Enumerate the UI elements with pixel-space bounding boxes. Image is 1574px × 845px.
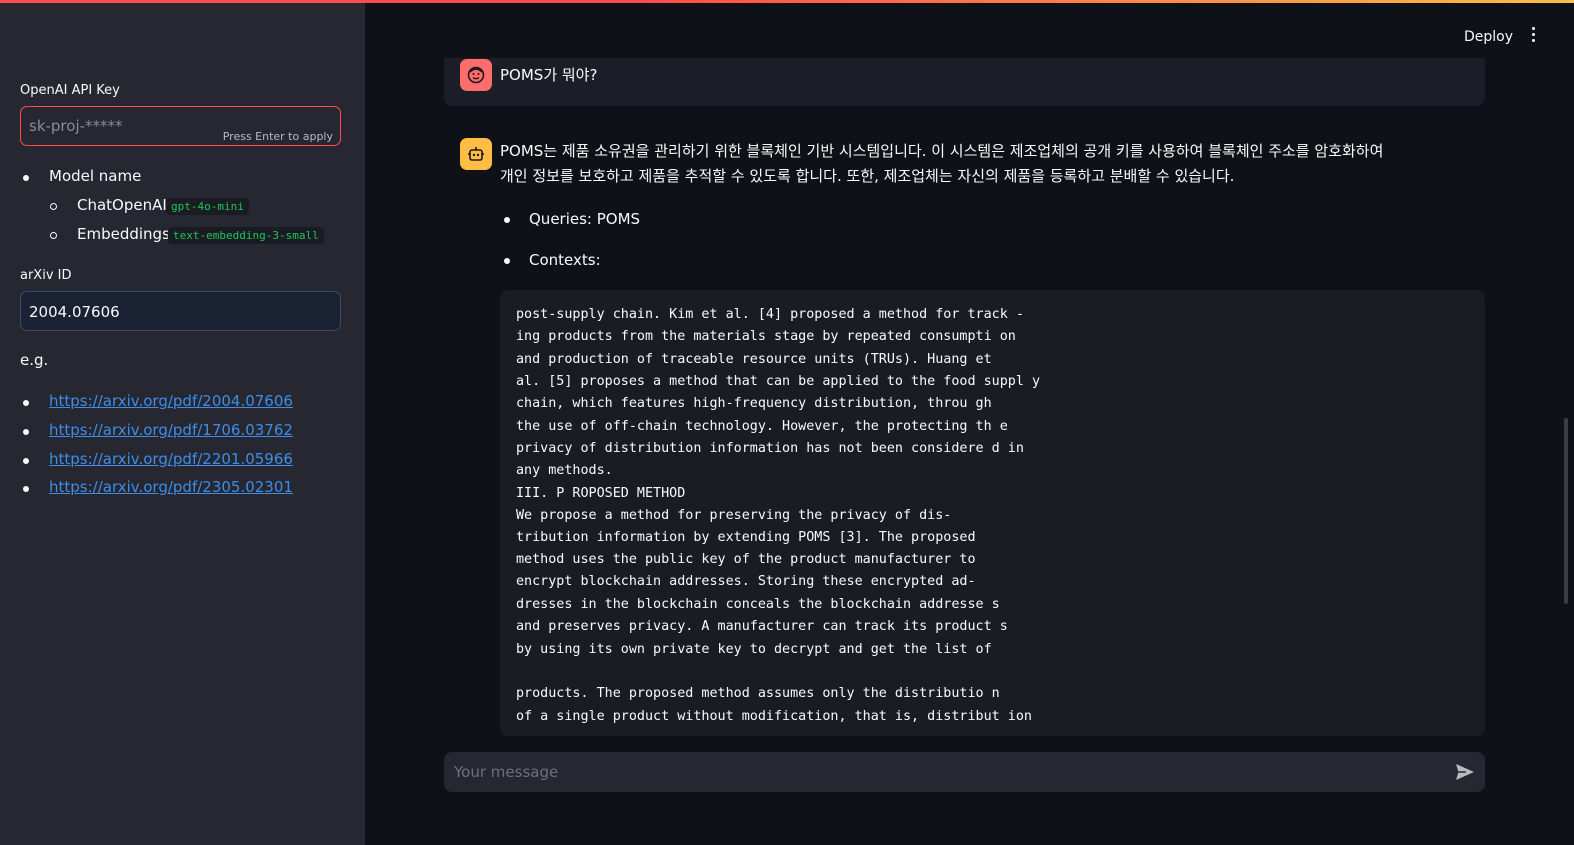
context-line: privacy of distribution information has …: [516, 441, 1024, 456]
context-line: of a single product without modification…: [516, 709, 1032, 724]
context-code-block: post-supply chain. Kim et al. [4] propos…: [500, 290, 1485, 736]
example-link[interactable]: https://arxiv.org/pdf/1706.03762: [49, 421, 293, 439]
embeddings-value: text-embedding-3-small: [168, 227, 324, 244]
sidebar: OpenAI API Key sk-proj-***** Press Enter…: [0, 0, 365, 845]
context-line: al. [5] proposes a method that can be ap…: [516, 374, 1041, 389]
user-avatar-icon: [460, 59, 492, 91]
press-enter-hint: Press Enter to apply: [222, 130, 333, 143]
context-line: tribution information by extending POMS …: [516, 530, 976, 545]
circle-bullet-icon: [50, 232, 57, 239]
main-scrollbar[interactable]: [1564, 418, 1568, 604]
user-message-text: POMS가 뭐야?: [500, 66, 598, 84]
context-line: post-supply chain. Kim et al. [4] propos…: [516, 307, 1024, 322]
embeddings-label: Embeddings:: [77, 225, 175, 243]
contexts-label: Contexts:: [529, 251, 601, 269]
bullet-icon: [23, 400, 29, 406]
bullet-icon: [504, 217, 510, 223]
api-key-label: OpenAI API Key: [20, 83, 120, 98]
deploy-button[interactable]: Deploy: [1464, 29, 1513, 45]
assistant-message-line2: 개인 정보를 보호하고 제품을 추적할 수 있도록 합니다. 또한, 제조업체는…: [500, 167, 1235, 185]
chat-input[interactable]: Your message: [444, 752, 1485, 792]
example-link[interactable]: https://arxiv.org/pdf/2305.02301: [49, 478, 293, 496]
bullet-icon: [23, 175, 29, 181]
chat-model-value: gpt-4o-mini: [166, 198, 249, 215]
context-line: and production of traceable resource uni…: [516, 352, 992, 367]
api-key-placeholder[interactable]: sk-proj-*****: [29, 117, 123, 135]
bullet-icon: [23, 458, 29, 464]
arxiv-id-value[interactable]: 2004.07606: [29, 303, 120, 321]
context-line: products. The proposed method assumes on…: [516, 686, 1000, 701]
context-line: dresses in the blockchain conceals the b…: [516, 597, 1000, 612]
bullet-icon: [504, 258, 510, 264]
example-link[interactable]: https://arxiv.org/pdf/2004.07606: [49, 392, 293, 410]
context-line: the use of off-chain technology. However…: [516, 419, 1008, 434]
chat-input-placeholder[interactable]: Your message: [454, 763, 558, 781]
bullet-icon: [23, 486, 29, 492]
model-name-label: Model name: [49, 167, 142, 185]
example-label: e.g.: [20, 351, 49, 369]
context-line: encrypt blockchain addresses. Storing th…: [516, 574, 976, 589]
queries-text: Queries: POMS: [529, 210, 641, 228]
context-line: ing products from the materials stage by…: [516, 329, 1016, 344]
user-message-container: [444, 58, 1485, 106]
context-line: We propose a method for preserving the p…: [516, 508, 952, 523]
bullet-icon: [23, 429, 29, 435]
assistant-message-line1: POMS는 제품 소유권을 관리하기 위한 블록체인 기반 시스템입니다. 이 …: [500, 142, 1384, 160]
example-link[interactable]: https://arxiv.org/pdf/2201.05966: [49, 450, 293, 468]
context-line: and preserves privacy. A manufacturer ca…: [516, 619, 1008, 634]
context-line: by using its own private key to decrypt …: [516, 642, 992, 657]
more-vertical-icon[interactable]: [1529, 27, 1537, 45]
context-line: any methods.: [516, 463, 613, 478]
context-line: III. P ROPOSED METHOD: [516, 486, 686, 501]
arxiv-id-field[interactable]: 2004.07606: [20, 291, 341, 331]
api-key-field[interactable]: sk-proj-***** Press Enter to apply: [20, 106, 341, 146]
arxiv-id-label: arXiv ID: [20, 268, 72, 283]
send-icon[interactable]: [1455, 763, 1475, 781]
circle-bullet-icon: [50, 203, 57, 210]
context-line: method uses the public key of the produc…: [516, 552, 976, 567]
assistant-avatar-icon: [460, 138, 492, 170]
context-line: chain, which features high-frequency dis…: [516, 396, 992, 411]
top-accent-bar: [0, 0, 1574, 3]
chat-model-label: ChatOpenAI:: [77, 196, 172, 214]
